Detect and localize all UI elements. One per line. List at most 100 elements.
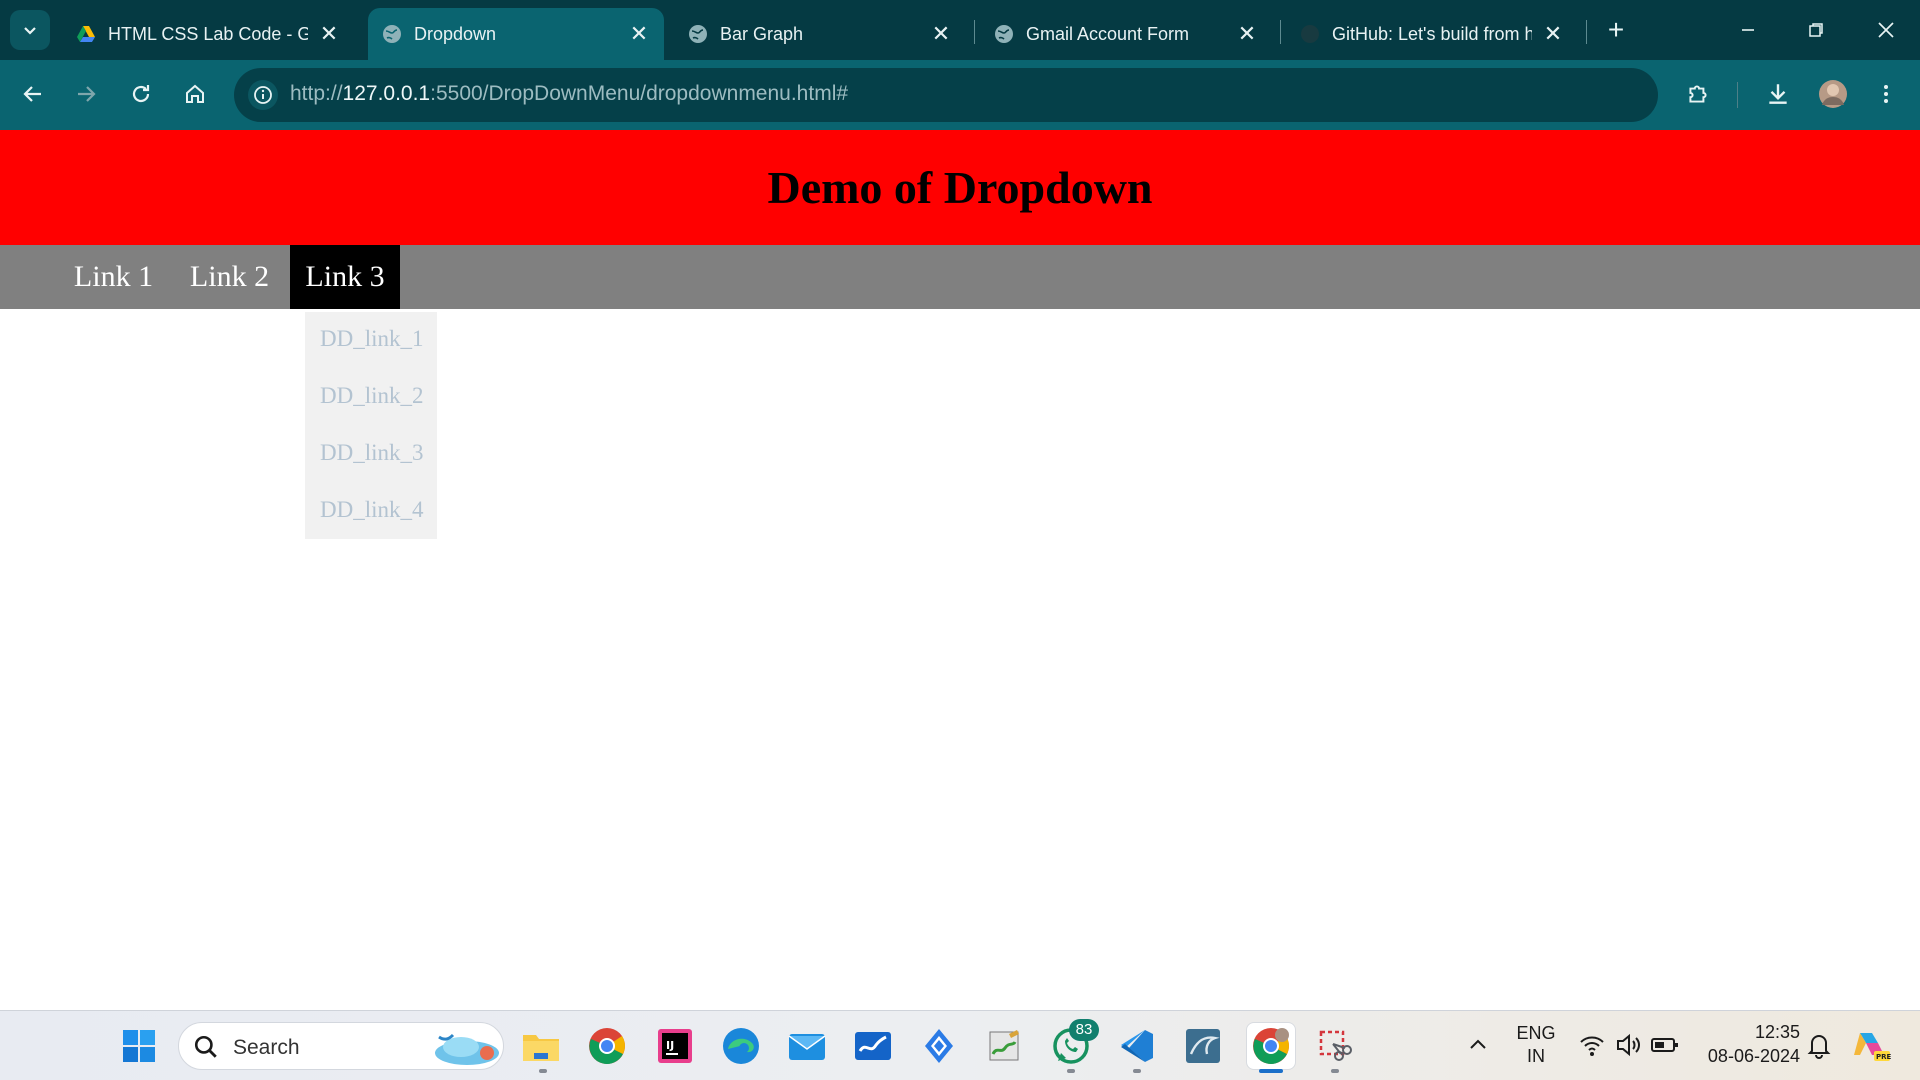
svg-text:PRE: PRE [1876, 1053, 1892, 1061]
dropdown-item-3[interactable]: DD_link_3 [320, 440, 424, 466]
bell-icon [1807, 1035, 1831, 1059]
page-header: Demo of Dropdown [0, 130, 1920, 245]
vscode-icon[interactable] [1116, 1025, 1158, 1067]
arrow-left-icon [23, 86, 41, 102]
search-label: Search [233, 1036, 300, 1059]
close-icon[interactable]: ✕ [318, 23, 340, 45]
clock-time[interactable]: 12:35 [1690, 1022, 1800, 1043]
tab-separator [974, 20, 975, 44]
tab-separator [1280, 20, 1281, 44]
search-highlight-image [435, 1033, 499, 1065]
language-indicator-top[interactable]: ENG [1514, 1023, 1558, 1044]
tab-dropdown[interactable]: Dropdown ✕ [368, 8, 664, 60]
volume-button[interactable] [1614, 1031, 1642, 1059]
running-indicator [1067, 1069, 1075, 1073]
dropdown-item-4[interactable]: DD_link_4 [320, 497, 424, 523]
start-button[interactable] [118, 1025, 160, 1067]
notepad-app-icon[interactable] [984, 1025, 1026, 1067]
browser-window-chrome: HTML CSS Lab Code - Go ✕ Dropdown ✕ Bar … [0, 0, 1920, 130]
notification-badge: 83 [1069, 1019, 1099, 1041]
chrome-icon[interactable] [586, 1025, 628, 1067]
new-tab-button[interactable]: + [1598, 12, 1634, 48]
reload-button[interactable] [119, 72, 163, 116]
show-hidden-icons-button[interactable] [1466, 1033, 1490, 1057]
edge-icon[interactable] [720, 1025, 762, 1067]
dropdown-menu: DD_link_1 DD_link_2 DD_link_3 DD_link_4 [305, 312, 437, 539]
address-bar[interactable]: http://127.0.0.1:5500/DropDownMenu/dropd… [234, 68, 1658, 122]
minimize-icon [1742, 29, 1754, 31]
profile-button[interactable] [1811, 72, 1855, 116]
tab-strip: HTML CSS Lab Code - Go ✕ Dropdown ✕ Bar … [0, 0, 1920, 60]
close-icon[interactable]: ✕ [628, 23, 650, 45]
minimize-button[interactable] [1718, 8, 1778, 52]
tab-gmail-account-form[interactable]: Gmail Account Form ✕ [980, 8, 1272, 60]
menu-button[interactable] [1864, 72, 1908, 116]
nav-link-2[interactable]: Link 2 [176, 245, 283, 309]
globe-icon [383, 25, 401, 43]
url-scheme: http:// [290, 82, 343, 105]
notifications-button[interactable] [1806, 1031, 1832, 1059]
page-title: Demo of Dropdown [767, 162, 1153, 213]
close-icon [1878, 22, 1894, 38]
restore-icon [1809, 23, 1823, 37]
puzzle-icon [1689, 85, 1707, 103]
extensions-button[interactable] [1676, 72, 1720, 116]
toolbar-separator [1737, 82, 1738, 108]
chrome-running-icon[interactable] [1246, 1022, 1296, 1070]
globe-icon [995, 25, 1013, 43]
web-page: Demo of Dropdown Link 1 Link 2 Link 3 DD… [0, 130, 1920, 1010]
clock-date[interactable]: 08-06-2024 [1690, 1046, 1800, 1067]
restore-button[interactable] [1786, 8, 1846, 52]
back-button[interactable] [11, 72, 55, 116]
home-button[interactable] [173, 72, 217, 116]
nav-link-1[interactable]: Link 1 [60, 245, 167, 309]
close-icon[interactable]: ✕ [1542, 23, 1564, 45]
github-icon [1301, 25, 1319, 43]
tab-title: Bar Graph [720, 23, 804, 44]
running-indicator [539, 1069, 547, 1073]
language-indicator-bottom[interactable]: IN [1514, 1046, 1558, 1067]
dropdown-item-2[interactable]: DD_link_2 [320, 383, 424, 409]
taskbar-search[interactable]: Search [178, 1022, 504, 1070]
running-indicator [1331, 1069, 1339, 1073]
intellij-icon[interactable]: IJ [654, 1025, 696, 1067]
wifi-icon [1580, 1036, 1604, 1056]
app-diamond-icon[interactable] [918, 1025, 960, 1067]
dropdown-item-1[interactable]: DD_link_1 [320, 326, 424, 352]
battery-button[interactable] [1650, 1031, 1680, 1059]
close-icon[interactable]: ✕ [930, 23, 952, 45]
whiteboard-icon[interactable] [852, 1025, 894, 1067]
forward-button[interactable] [64, 72, 108, 116]
more-vert-icon [1884, 85, 1888, 103]
reload-icon [132, 85, 150, 103]
close-icon[interactable]: ✕ [1236, 23, 1258, 45]
tab-search-button[interactable] [10, 10, 50, 50]
snipping-tool-icon[interactable] [1314, 1025, 1356, 1067]
tab-github[interactable]: GitHub: Let's build from h ✕ [1286, 8, 1578, 60]
wifi-button[interactable] [1578, 1031, 1606, 1059]
battery-icon [1651, 1038, 1678, 1052]
svg-text:IJ: IJ [666, 1039, 674, 1052]
url-path: :5500/DropDownMenu/dropdownmenu.html# [430, 82, 849, 105]
mail-icon[interactable] [786, 1025, 828, 1067]
running-indicator [1133, 1069, 1141, 1073]
chevron-down-icon [24, 27, 36, 35]
mysql-workbench-icon[interactable] [1182, 1025, 1224, 1067]
tab-title: Gmail Account Form [1026, 23, 1190, 44]
url-text[interactable]: http://127.0.0.1:5500/DropDownMenu/dropd… [290, 82, 848, 106]
site-info-button[interactable] [248, 80, 278, 110]
nav-link-3[interactable]: Link 3 [290, 245, 400, 309]
tab-title: Dropdown [414, 23, 497, 44]
downloads-button[interactable] [1756, 72, 1800, 116]
copilot-icon: PRE [1854, 1033, 1892, 1061]
home-icon [186, 84, 204, 103]
copilot-button[interactable]: PRE [1852, 1025, 1892, 1065]
nav-bar: Link 1 Link 2 Link 3 [0, 245, 1920, 309]
url-host: 127.0.0.1 [342, 82, 431, 105]
tab-bar-graph[interactable]: Bar Graph ✕ [674, 8, 966, 60]
avatar [1819, 80, 1847, 108]
tab-html-css-lab-code[interactable]: HTML CSS Lab Code - Go ✕ [62, 8, 354, 60]
drive-icon [77, 26, 95, 42]
file-explorer-icon[interactable] [520, 1025, 562, 1067]
close-window-button[interactable] [1856, 8, 1916, 52]
